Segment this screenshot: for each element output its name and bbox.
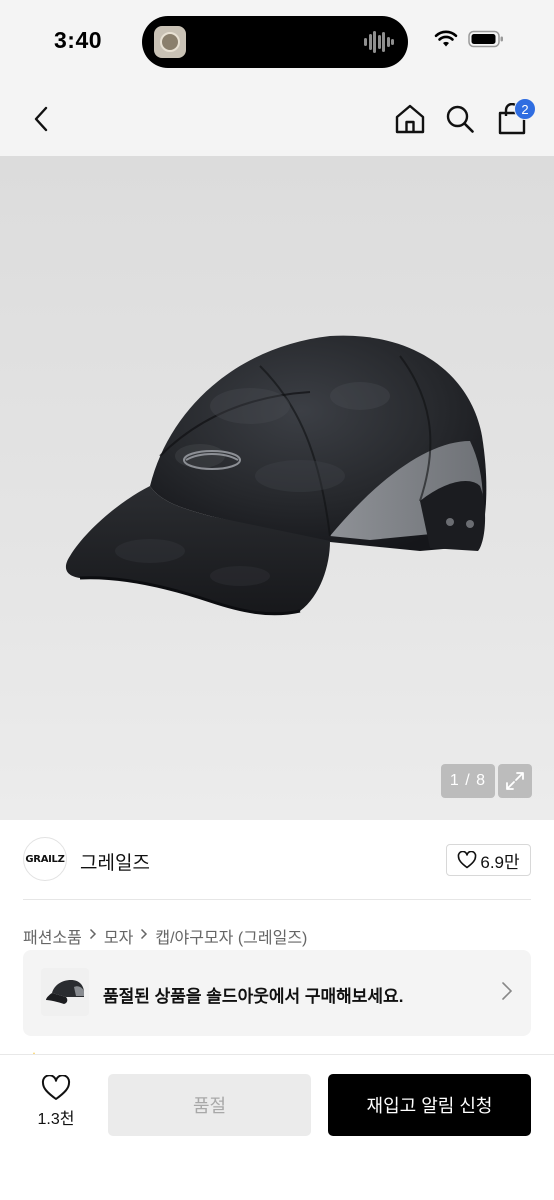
breadcrumb-item-current[interactable]: 캡/야구모자 (그레일즈)	[155, 924, 307, 948]
soldout-button[interactable]: 품절	[108, 1074, 311, 1136]
cart-button[interactable]: 2	[494, 98, 536, 138]
back-button[interactable]	[22, 100, 60, 138]
soldout-promo-banner[interactable]: 품절된 상품을 솔드아웃에서 구매해보세요.	[23, 950, 531, 1036]
expand-icon	[506, 772, 524, 790]
brand-like-count: 6.9만	[480, 852, 520, 872]
chevron-right-icon	[501, 981, 513, 1006]
heart-icon	[458, 851, 477, 869]
expand-image-button[interactable]	[498, 764, 532, 798]
brand-logo-text: GRAILZ	[25, 853, 65, 865]
banner-text: 품절된 상품을 솔드아웃에서 구매해보세요.	[103, 987, 404, 1006]
navigation-bar: 2	[0, 82, 554, 156]
banner-product-thumbnail	[41, 968, 89, 1016]
waveform-icon	[364, 30, 394, 54]
product-photo-cap	[65, 335, 487, 616]
chevron-right-icon	[89, 927, 97, 945]
search-icon	[446, 105, 474, 133]
breadcrumb: 패션소품 모자 캡/야구모자 (그레일즈)	[23, 924, 307, 948]
chevron-right-icon	[140, 927, 148, 945]
brand-row: GRAILZ 그레일즈 6.9만	[0, 820, 554, 900]
now-playing-artwork	[154, 26, 186, 58]
status-bar: 3:40	[0, 0, 554, 82]
divider	[23, 899, 531, 900]
brand-name[interactable]: 그레일즈	[80, 848, 150, 875]
home-button[interactable]	[392, 100, 428, 138]
wishlist-button[interactable]: 1.3천	[26, 1075, 86, 1135]
brand-like-button[interactable]: 6.9만	[446, 844, 531, 876]
breadcrumb-item-subcategory[interactable]: 모자	[104, 924, 133, 948]
restock-alert-button[interactable]: 재입고 알림 신청	[328, 1074, 531, 1136]
search-button[interactable]	[442, 100, 478, 138]
heart-icon	[41, 1075, 71, 1100]
wishlist-count: 1.3천	[37, 1111, 75, 1128]
status-time: 3:40	[54, 27, 103, 53]
breadcrumb-item-category[interactable]: 패션소품	[23, 924, 82, 948]
product-image-carousel[interactable]	[0, 156, 554, 820]
image-counter: 1 / 8	[441, 764, 495, 798]
back-chevron-icon	[34, 106, 48, 132]
home-icon	[395, 104, 425, 134]
battery-icon	[468, 30, 504, 53]
brand-logo[interactable]: GRAILZ	[23, 837, 67, 881]
wifi-icon	[434, 30, 458, 53]
status-icons	[434, 30, 504, 52]
cart-count-badge: 2	[514, 98, 536, 120]
bottom-action-bar: 1.3천 품절 재입고 알림 신청	[0, 1054, 554, 1200]
dynamic-island[interactable]	[142, 16, 408, 68]
